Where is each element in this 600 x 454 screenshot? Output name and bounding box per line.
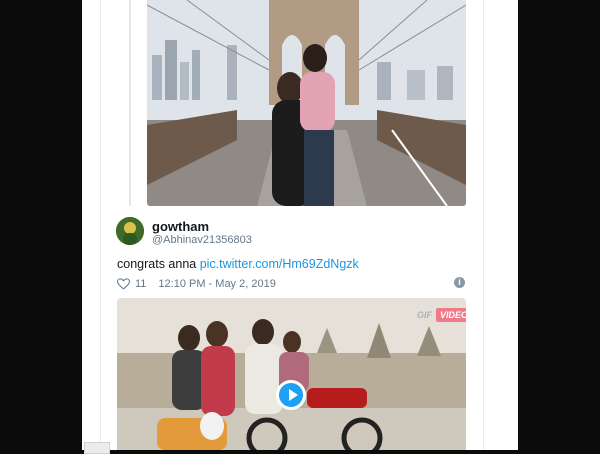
gif-badge-right: VIDEO [436,307,466,322]
thread-line [129,0,131,206]
scroll-corner-tab [84,442,110,454]
tweet-photo-couple-on-bridge[interactable] [147,0,466,206]
heart-icon[interactable] [117,278,130,290]
like-count: 11 [135,278,147,290]
gif-illustration [117,298,466,450]
gif-badge-left: GIF [417,309,432,320]
tweet-timestamp[interactable]: 12:10 PM - May 2, 2019 [158,278,275,290]
display-name[interactable]: gowtham [152,219,209,234]
tweet-text-body: congrats anna [117,257,200,271]
photo-illustration [147,0,466,206]
user-handle[interactable]: @Abhinav21356803 [152,234,252,246]
gif-video-badge: GIF VIDEO [417,306,466,323]
tweet-media-link[interactable]: pic.twitter.com/Hm69ZdNgzk [200,257,359,271]
play-icon[interactable] [276,380,306,410]
avatar-image [116,217,144,245]
avatar[interactable] [116,217,144,245]
tweet-gif-video[interactable]: GIF VIDEO [117,298,466,450]
info-icon[interactable]: i [454,277,465,288]
tweet-text: congrats anna pic.twitter.com/Hm69ZdNgzk [117,257,359,271]
tweet-meta-row: 11 12:10 PM - May 2, 2019 [117,277,276,291]
